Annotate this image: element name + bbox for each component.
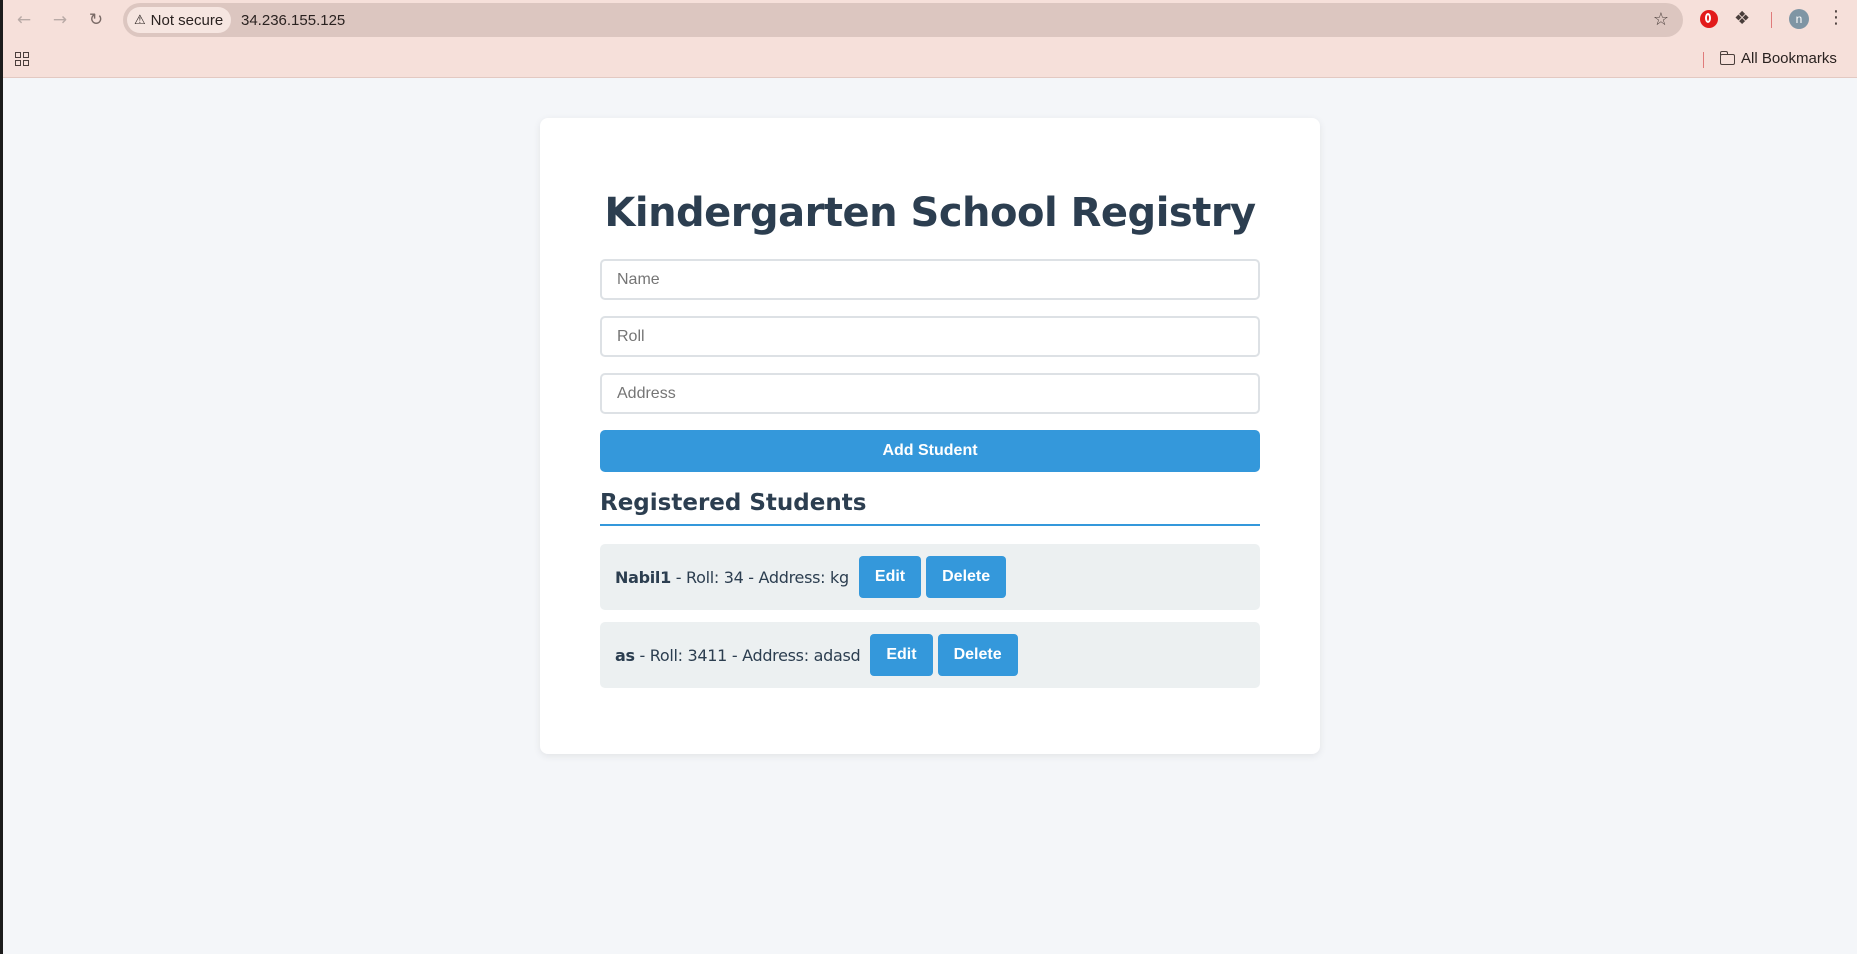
browser-chrome: ← → ↻ ⚠ Not secure 34.236.155.125 ☆ ❖ n … [0, 0, 1857, 78]
edit-button[interactable]: Edit [870, 634, 933, 676]
security-label: Not secure [150, 11, 224, 29]
edit-button[interactable]: Edit [858, 556, 922, 598]
apps-grid-icon[interactable] [15, 52, 29, 66]
add-student-button[interactable]: Add Student [600, 430, 1260, 472]
security-chip[interactable]: ⚠ Not secure [127, 7, 232, 33]
student-list-item: as - Roll: 3411 - Address: adasd Edit De… [600, 622, 1260, 688]
student-details: - Roll: 3411 - Address: adasd [634, 645, 861, 665]
back-icon[interactable]: ← [10, 6, 38, 34]
student-info: as - Roll: 3411 - Address: adasd [615, 645, 861, 665]
address-bar[interactable]: ⚠ Not secure 34.236.155.125 ☆ [123, 3, 1683, 37]
name-input[interactable] [600, 259, 1260, 300]
address-input[interactable] [600, 373, 1260, 414]
window-edge [0, 0, 3, 954]
student-details: - Roll: 34 - Address: kg [670, 567, 849, 587]
toolbar-divider [1771, 12, 1772, 28]
student-info: Nabil1 - Roll: 34 - Address: kg [615, 568, 849, 587]
all-bookmarks-label: All Bookmarks [1741, 50, 1837, 67]
browser-toolbar: ← → ↻ ⚠ Not secure 34.236.155.125 ☆ ❖ n … [0, 0, 1857, 40]
folder-icon [1719, 51, 1735, 65]
extensions-puzzle-icon[interactable]: ❖ [1734, 8, 1750, 29]
all-bookmarks-button[interactable]: All Bookmarks [1719, 50, 1837, 67]
warning-icon: ⚠ [134, 12, 146, 28]
registry-card: Kindergarten School Registry Add Student… [540, 118, 1320, 754]
delete-button[interactable]: Delete [926, 556, 1007, 598]
registered-students-heading: Registered Students [600, 490, 1260, 526]
student-list-item: Nabil1 - Roll: 34 - Address: kg Edit Del… [600, 544, 1260, 610]
profile-avatar[interactable]: n [1789, 9, 1809, 29]
student-name: as [615, 645, 635, 665]
student-name: Nabil1 [615, 567, 671, 587]
page-title: Kindergarten School Registry [604, 190, 1256, 236]
url-text[interactable]: 34.236.155.125 [241, 12, 345, 29]
reload-icon[interactable]: ↻ [82, 6, 110, 34]
roll-input[interactable] [600, 316, 1260, 357]
bookmark-star-icon[interactable]: ☆ [1653, 9, 1669, 30]
opera-extension-icon[interactable] [1700, 10, 1718, 28]
bookmarks-divider [1703, 52, 1704, 68]
bookmarks-bar: All Bookmarks [0, 40, 1857, 78]
delete-button[interactable]: Delete [937, 634, 1018, 676]
forward-icon[interactable]: → [46, 6, 74, 34]
browser-menu-icon[interactable]: ⋮ [1827, 7, 1845, 28]
